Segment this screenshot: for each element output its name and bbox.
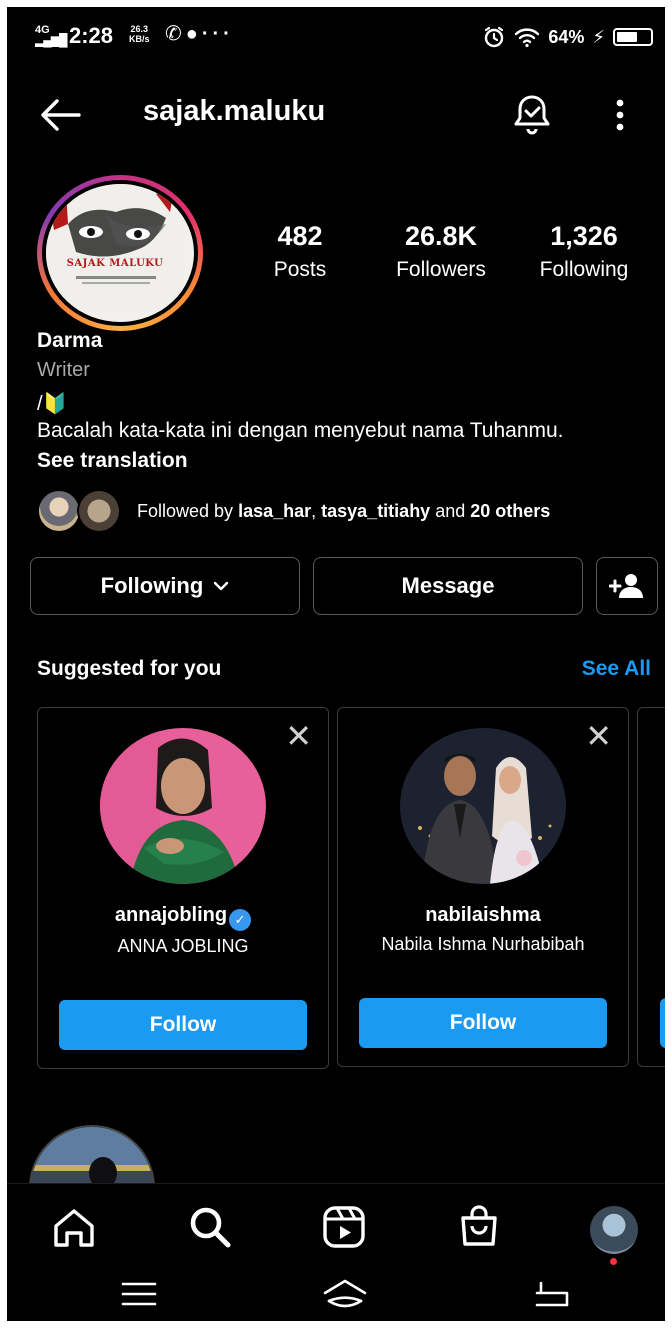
chevron-down-icon	[214, 581, 229, 591]
see-all-link[interactable]: See All	[582, 657, 651, 681]
whatsapp-icon: ✆	[165, 23, 186, 45]
signal-icon: ▂▄▆█	[35, 33, 67, 47]
message-button-label: Message	[401, 573, 495, 598]
battery-fill	[617, 32, 637, 42]
following-button-label: Following	[100, 573, 204, 598]
profile-name: Darma	[37, 329, 103, 352]
followed-by-and: and	[430, 501, 471, 521]
followed-by-user: tasya_titiahy	[321, 501, 431, 521]
followed-by-separator: ,	[311, 501, 322, 521]
following-stat[interactable]: 1,326 Following	[527, 221, 641, 282]
search-icon[interactable]	[187, 1204, 233, 1250]
suggestion-photo	[400, 728, 566, 884]
suggestion-username-text: annajobling	[114, 904, 228, 926]
followers-label: Followers	[396, 258, 486, 281]
following-button[interactable]: Following	[30, 557, 300, 615]
battery-icon	[613, 28, 653, 46]
speed-unit: KB/s	[129, 34, 150, 44]
follow-button-partial[interactable]	[660, 998, 665, 1048]
add-person-icon	[609, 574, 643, 598]
home-system-icon[interactable]	[321, 1277, 369, 1311]
suggestion-card[interactable]: ✕ nabilaishma Nabila Ishma Nurhabibah Fo…	[337, 707, 629, 1067]
system-indicators: 64% ⚡	[482, 25, 653, 49]
bottom-navigation	[7, 1183, 665, 1267]
network-speed: 26.3 KB/s	[129, 24, 150, 44]
followed-by-prefix: Followed by	[137, 501, 239, 521]
speed-value: 26.3	[130, 24, 149, 34]
followers-stat[interactable]: 26.8K Followers	[379, 221, 503, 282]
reels-icon[interactable]	[321, 1204, 367, 1250]
suggestion-full-name: Nabila Ishma Nurhabibah	[381, 934, 585, 954]
suggestion-photo	[100, 728, 266, 884]
suggestion-full-name: ANNA JOBLING	[117, 936, 249, 956]
posts-count: 482	[277, 221, 323, 251]
avatar-text: SAJAK MALUKU	[66, 258, 164, 269]
bell-check-icon[interactable]	[510, 91, 554, 137]
suggestion-avatar[interactable]	[400, 728, 566, 884]
follow-button[interactable]: Follow	[59, 1000, 307, 1050]
profile-avatar-border: SAJAK MALUKU	[42, 180, 198, 326]
profile-avatar[interactable]	[590, 1206, 638, 1254]
message-button[interactable]: Message	[313, 557, 583, 615]
menu-icon[interactable]	[121, 1279, 157, 1309]
following-count: 1,326	[550, 221, 618, 251]
followed-by-text[interactable]: Followed by lasa_har, tasya_titiahy and …	[137, 501, 550, 522]
suggestion-avatar[interactable]	[100, 728, 266, 884]
see-translation-link[interactable]: See translation	[37, 449, 188, 473]
followed-by-others: 20 others	[470, 501, 551, 521]
shop-icon[interactable]	[457, 1204, 501, 1250]
posts-stat[interactable]: 482 Posts	[255, 221, 345, 282]
close-icon[interactable]: ✕	[585, 720, 612, 752]
suggested-title: Suggested for you	[37, 657, 222, 680]
posts-label: Posts	[273, 258, 327, 281]
following-label: Following	[539, 258, 629, 281]
home-icon[interactable]	[51, 1206, 97, 1250]
mutual-follower-avatar[interactable]	[37, 489, 81, 533]
close-icon[interactable]: ✕	[285, 720, 312, 752]
back-system-icon[interactable]	[531, 1279, 571, 1309]
bio-text: Bacalah kata-kata ini dengan menyebut na…	[37, 419, 564, 442]
suggest-people-button[interactable]	[596, 557, 658, 615]
profile-avatar: SAJAK MALUKU	[46, 184, 194, 322]
more-vertical-icon[interactable]	[610, 95, 630, 135]
suggestion-username[interactable]: nabilaishma	[338, 904, 628, 927]
notification-dot	[610, 1258, 617, 1265]
network-indicator: 4G ▂▄▆█	[35, 25, 67, 47]
profile-avatar-ring[interactable]: SAJAK MALUKU	[37, 175, 203, 331]
chat-bubble-icon: ●	[185, 23, 202, 45]
followed-by-user: lasa_har	[238, 501, 312, 521]
more-notifications-icon: ···	[201, 23, 234, 45]
wifi-icon	[515, 28, 540, 48]
battery-percent: 64%	[548, 26, 585, 47]
charging-icon: ⚡	[592, 26, 605, 47]
phone-screen: 4G ▂▄▆█ 2:28 26.3 KB/s ✆●··· 64% ⚡ sajak…	[7, 7, 665, 1321]
bio-emoji-line: /🔰	[37, 393, 68, 415]
arrow-left-icon[interactable]	[37, 95, 83, 135]
avatar-artwork	[46, 184, 184, 312]
verified-badge-icon: ✓	[229, 909, 252, 931]
profile-username: sajak.maluku	[143, 95, 326, 127]
alarm-icon	[485, 26, 504, 48]
suggestion-card[interactable]: ✕ annajobling ✓ ANNA JOBLING Follow	[37, 707, 329, 1069]
followers-count: 26.8K	[404, 221, 478, 251]
system-navigation-bar	[7, 1267, 665, 1321]
follow-button[interactable]: Follow	[359, 998, 607, 1048]
suggestion-username[interactable]: annajobling ✓	[38, 904, 328, 931]
clock: 2:28	[69, 23, 114, 48]
suggestion-card[interactable]	[637, 707, 665, 1067]
status-bar: 4G ▂▄▆█ 2:28 26.3 KB/s ✆●··· 64% ⚡	[7, 21, 665, 57]
profile-category: Writer	[37, 359, 90, 381]
notification-icons: ✆●···	[165, 21, 234, 46]
mutual-follower-avatar[interactable]	[77, 489, 121, 533]
